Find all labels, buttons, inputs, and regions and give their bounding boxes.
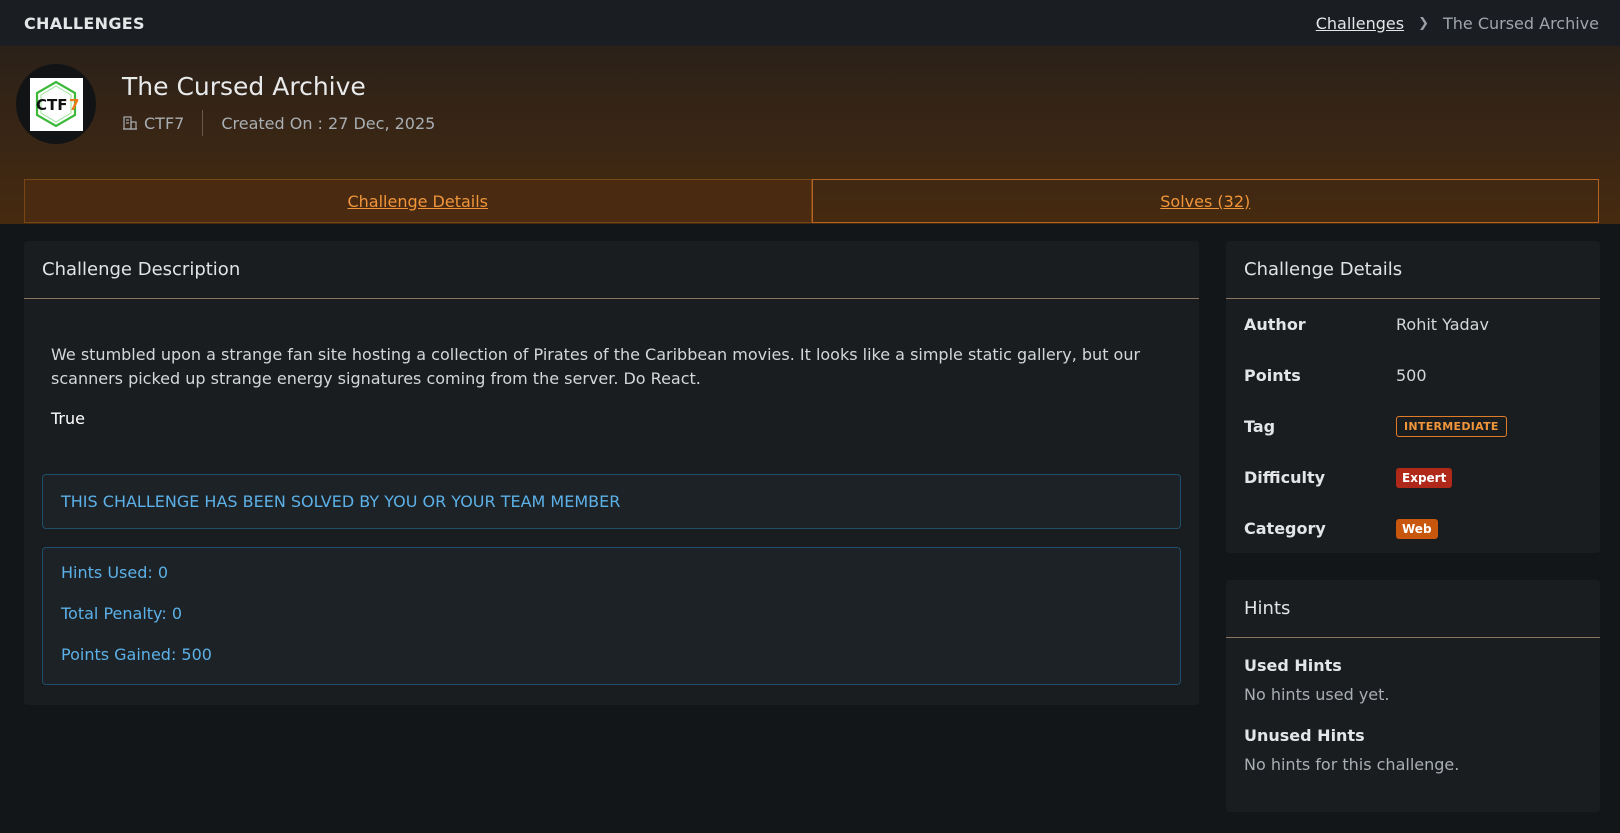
top-bar: CHALLENGES Challenges ❯ The Cursed Archi… <box>0 0 1620 46</box>
breadcrumb: Challenges ❯ The Cursed Archive <box>1316 14 1599 33</box>
used-hints-title: Used Hints <box>1244 656 1342 675</box>
detail-row-category: Category Web <box>1226 503 1600 554</box>
category-badge: Web <box>1396 518 1438 539</box>
detail-label: Category <box>1244 519 1326 538</box>
card-title: Challenge Description <box>24 241 1199 299</box>
detail-row-author: Author Rohit Yadav <box>1226 299 1600 350</box>
ctf7-logo: CTF 7 <box>29 77 83 131</box>
breadcrumb-current: The Cursed Archive <box>1442 13 1599 33</box>
card-title: Challenge Details <box>1226 241 1600 299</box>
points-value: 500 <box>1396 366 1427 385</box>
difficulty-badge: Expert <box>1396 467 1453 488</box>
page-label: CHALLENGES <box>24 13 145 33</box>
org: CTF7 <box>122 114 184 133</box>
divider <box>202 110 204 136</box>
author-value: Rohit Yadav <box>1396 315 1489 334</box>
svg-text:7: 7 <box>69 96 79 114</box>
tab-challenge-details[interactable]: Challenge Details <box>24 179 812 223</box>
solved-alert: THIS CHALLENGE HAS BEEN SOLVED BY YOU OR… <box>42 474 1181 529</box>
created-date: Created On : 27 Dec, 2025 <box>221 113 436 133</box>
points-gained: Points Gained: 500 <box>61 645 212 664</box>
detail-label: Author <box>1244 315 1306 334</box>
used-hints-text: No hints used yet. <box>1244 685 1390 704</box>
detail-row-tag: Tag INTERMEDIATE <box>1226 401 1600 452</box>
detail-label: Difficulty <box>1244 468 1326 487</box>
tab-solves[interactable]: Solves (32) <box>811 179 1599 223</box>
unused-hints-text: No hints for this challenge. <box>1244 755 1460 774</box>
detail-label: Points <box>1244 366 1301 385</box>
tag-badge: INTERMEDIATE <box>1396 416 1507 437</box>
unused-hints-section: Unused Hints No hints for this challenge… <box>1226 726 1600 774</box>
detail-label: Tag <box>1244 417 1276 436</box>
challenge-header: CTF 7 The Cursed Archive CTF7 Created On… <box>0 46 1620 224</box>
unused-hints-title: Unused Hints <box>1244 726 1365 745</box>
svg-text:CTF: CTF <box>36 96 68 114</box>
chevron-right-icon: ❯ <box>1418 15 1429 31</box>
page-title: The Cursed Archive <box>122 72 366 101</box>
total-penalty: Total Penalty: 0 <box>61 604 182 623</box>
stats-alert: Hints Used: 0 Total Penalty: 0 Points Ga… <box>42 547 1181 685</box>
breadcrumb-challenges-link[interactable]: Challenges <box>1316 14 1404 33</box>
tab-bar: Challenge Details Solves (32) <box>24 179 1599 223</box>
detail-row-points: Points 500 <box>1226 350 1600 401</box>
org-name: CTF7 <box>144 113 185 133</box>
challenge-meta: CTF7 Created On : 27 Dec, 2025 <box>122 110 435 136</box>
challenge-details-card: Challenge Details Author Rohit Yadav Poi… <box>1226 241 1600 553</box>
hints-card: Hints Used Hints No hints used yet. Unus… <box>1226 580 1600 812</box>
detail-row-difficulty: Difficulty Expert <box>1226 452 1600 503</box>
challenge-description-card: Challenge Description We stumbled upon a… <box>24 241 1199 705</box>
card-title: Hints <box>1226 580 1600 638</box>
used-hints-section: Used Hints No hints used yet. <box>1226 656 1600 704</box>
description-text: We stumbled upon a strange fan site host… <box>51 345 1141 388</box>
description-extra: True <box>51 409 85 428</box>
avatar: CTF 7 <box>16 64 96 144</box>
hints-used: Hints Used: 0 <box>61 563 169 582</box>
building-icon <box>123 116 137 130</box>
